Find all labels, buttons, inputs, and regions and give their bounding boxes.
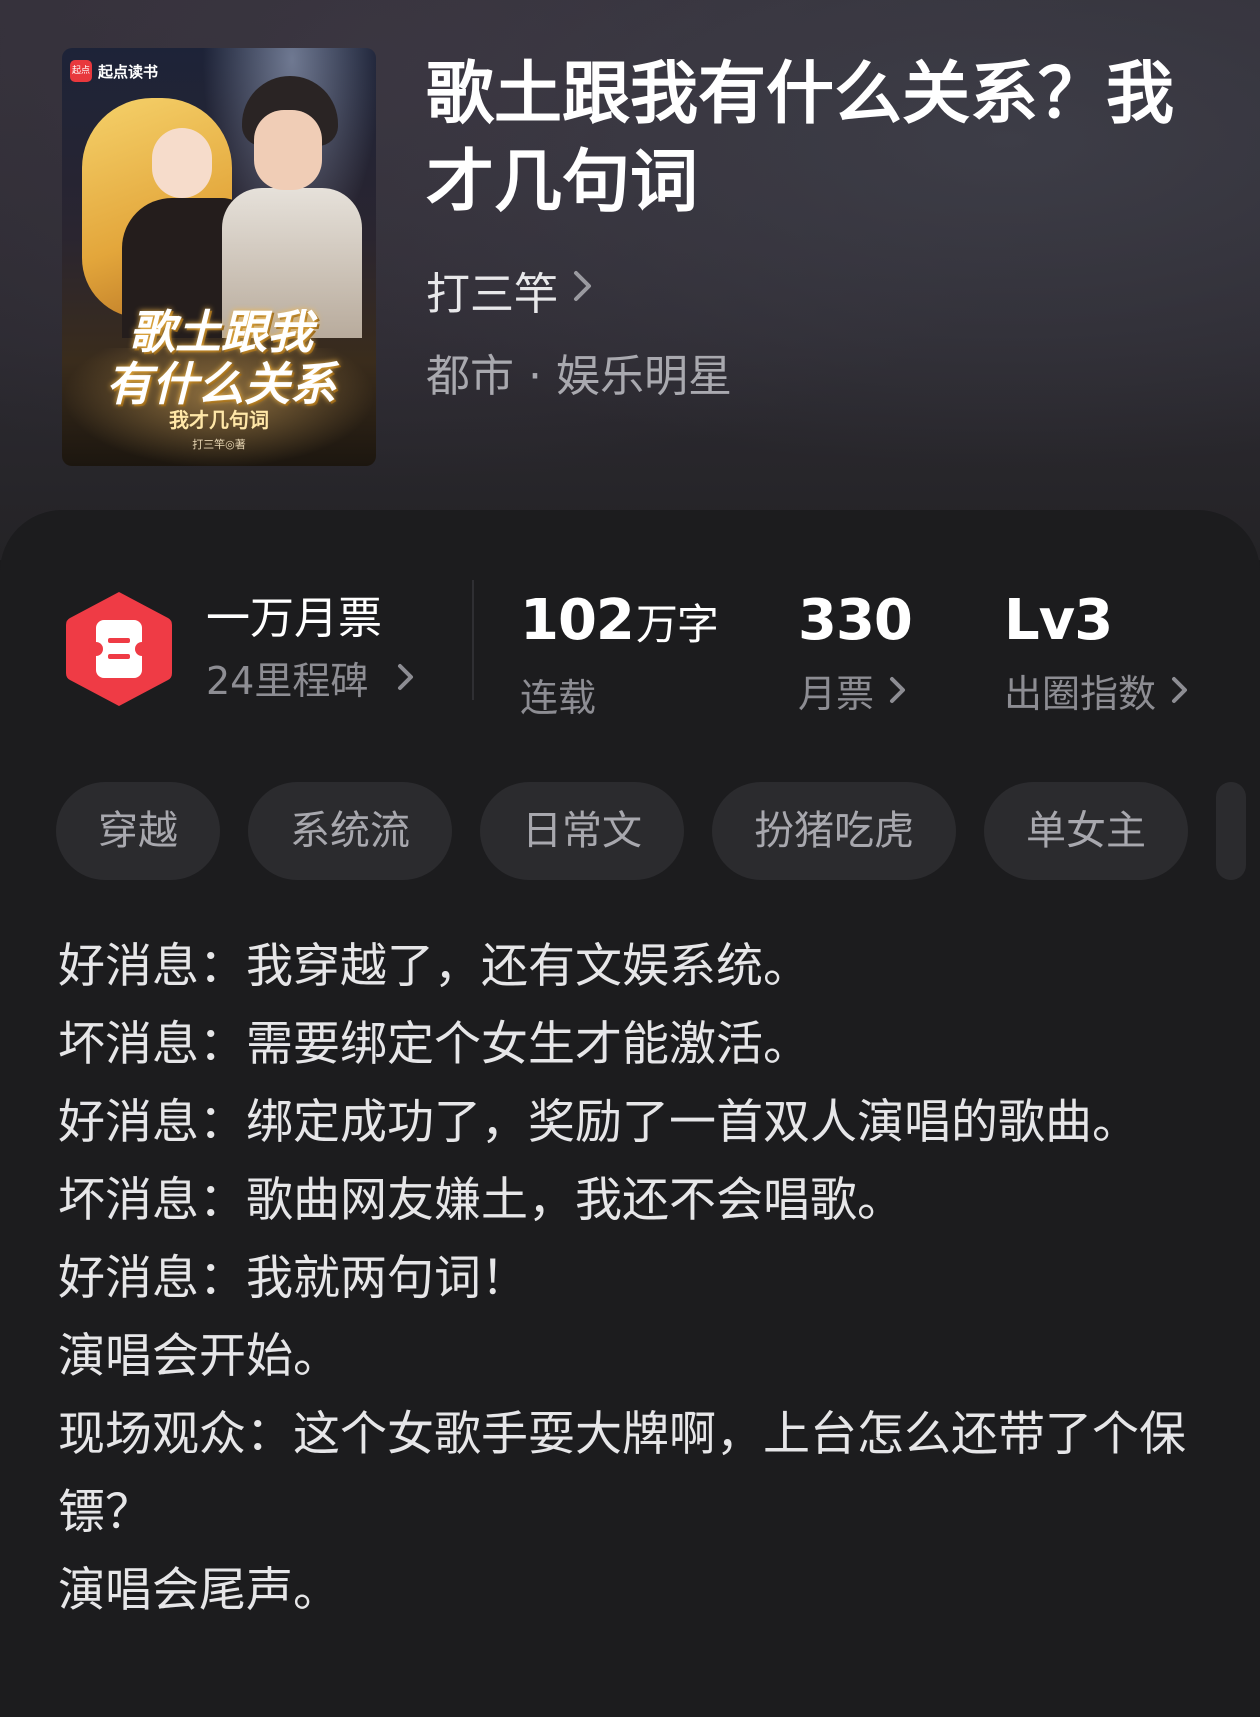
author-name: 打三竿	[426, 269, 558, 320]
synopsis-line: 好消息：我就两句词！	[58, 1251, 528, 1306]
stats-row: 一万月票 24里程碑 102万字 连载 330 月票 Lv3 出圈指数	[0, 570, 1260, 720]
book-cover[interactable]: 起点 起点读书 歌土跟我 有什么关系 我才几句词 打三竿◎著	[62, 48, 376, 466]
monthly-votes-stat[interactable]: 330 月票	[798, 588, 913, 720]
stats-divider	[472, 580, 474, 700]
monthly-votes-value: 330	[798, 588, 913, 653]
milestone-title: 一万月票	[206, 593, 382, 644]
book-title: 歌土跟我有什么关系？我才几句词	[426, 54, 1175, 222]
author-link[interactable]: 打三竿	[426, 258, 594, 322]
synopsis-line: 坏消息：需要绑定个女生才能激活。	[58, 1017, 810, 1072]
tag-chip[interactable]: 扮猪吃虎	[712, 782, 956, 880]
book-category[interactable]: 都市 · 娱乐明星	[426, 340, 732, 404]
cover-brand-text: 起点读书	[98, 62, 159, 81]
synopsis-line: 演唱会尾声。	[58, 1563, 340, 1618]
cover-art-girl-face	[152, 128, 212, 198]
serial-status: 连载	[520, 676, 597, 720]
cover-title: 歌土跟我 有什么关系	[106, 305, 336, 411]
tag-chip[interactable]: 系统流	[248, 782, 452, 880]
chevron-right-icon	[1170, 668, 1190, 720]
chevron-right-icon	[396, 655, 416, 707]
word-count-value: 102	[520, 588, 635, 653]
synopsis-line: 坏消息：歌曲网友嫌土，我还不会唱歌。	[58, 1173, 904, 1228]
synopsis-line: 现场观众：这个女歌手耍大牌啊，上台怎么还带了个保镖？	[58, 1407, 1186, 1540]
chevron-right-icon	[572, 269, 594, 312]
tag-list: 穿越 系统流 日常文 扮猪吃虎 单女主	[56, 782, 1260, 882]
book-header: 起点 起点读书 歌土跟我 有什么关系 我才几句词 打三竿◎著 歌土跟我有什么关系…	[0, 0, 1260, 560]
word-count-stat: 102万字 连载	[520, 588, 719, 724]
cover-author: 打三竿◎著	[192, 438, 246, 451]
influence-stat[interactable]: Lv3 出圈指数	[1004, 588, 1190, 720]
cover-brand: 起点 起点读书	[70, 60, 158, 82]
tag-chip-partial[interactable]	[1216, 782, 1246, 880]
tag-chip[interactable]: 穿越	[56, 782, 220, 880]
synopsis-line: 演唱会开始。	[58, 1329, 340, 1384]
synopsis-line: 好消息：绑定成功了，奖励了一首双人演唱的歌曲。	[58, 1095, 1139, 1150]
chevron-right-icon	[888, 668, 908, 720]
synopsis-line: 好消息：我穿越了，还有文娱系统。	[58, 939, 810, 994]
cover-art-boy-face	[254, 110, 322, 190]
milestone-stat[interactable]: 一万月票 24里程碑	[64, 588, 416, 710]
book-detail-panel: 一万月票 24里程碑 102万字 连载 330 月票 Lv3 出圈指数 穿越 系…	[0, 510, 1260, 1717]
cover-subtitle: 我才几句词	[169, 408, 269, 432]
influence-value: Lv3	[1004, 588, 1113, 653]
synopsis[interactable]: 好消息：我穿越了，还有文娱系统。 坏消息：需要绑定个女生才能激活。 好消息：绑定…	[58, 928, 1208, 1630]
milestone-subtitle: 24里程碑	[206, 659, 369, 703]
ticket-badge-icon	[66, 592, 172, 706]
brand-logo-icon: 起点	[70, 60, 92, 82]
tag-chip[interactable]: 日常文	[480, 782, 684, 880]
influence-label: 出圈指数	[1004, 672, 1157, 716]
tag-chip[interactable]: 单女主	[984, 782, 1188, 880]
word-count-unit: 万字	[635, 600, 719, 649]
monthly-votes-label: 月票	[798, 672, 875, 716]
